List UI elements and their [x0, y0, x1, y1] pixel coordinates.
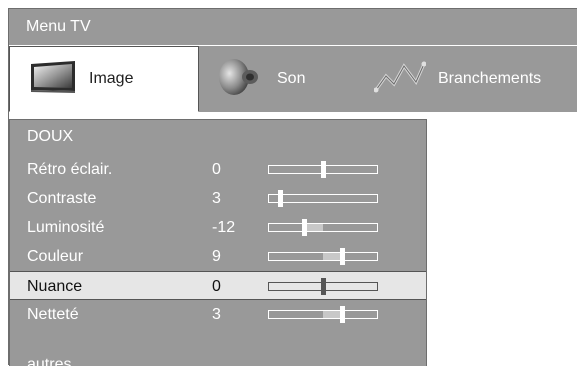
level-slider[interactable]: [268, 219, 378, 236]
tab-son[interactable]: Son: [200, 46, 350, 112]
level-slider[interactable]: [268, 190, 378, 207]
slider-thumb[interactable]: [340, 248, 346, 265]
level-slider[interactable]: [268, 306, 378, 323]
level-slider[interactable]: [268, 161, 378, 178]
menu-item-label: Rétro éclair.: [27, 161, 113, 178]
slider-thumb[interactable]: [321, 278, 326, 295]
slider-thumb[interactable]: [301, 219, 307, 236]
tab-branchements[interactable]: Branchements: [350, 46, 577, 112]
menu-item-value: 3: [212, 190, 221, 207]
tab-image[interactable]: Image: [9, 46, 199, 112]
menu-item-luminosite[interactable]: Luminosité -12: [10, 213, 426, 242]
slider-thumb[interactable]: [277, 190, 283, 207]
slider-thumb[interactable]: [321, 161, 326, 178]
menu-item-value: -12: [212, 219, 236, 236]
tab-bar: Image Son Branchements: [9, 46, 577, 112]
picture-mode-label: DOUX: [27, 128, 74, 145]
menu-item-value: 9: [212, 248, 221, 265]
slider-thumb[interactable]: [340, 306, 346, 323]
menu-item-nuance[interactable]: Nuance 0: [10, 271, 426, 300]
menu-item-value: 0: [212, 161, 221, 178]
menu-item-label: Couleur: [27, 248, 84, 265]
menu-item-value: 3: [212, 306, 221, 323]
cable-icon: [373, 60, 427, 99]
menu-item-nettete[interactable]: Netteté 3: [10, 300, 426, 329]
menu-item-contraste[interactable]: Contraste 3: [10, 184, 426, 213]
menu-item-retro-eclair[interactable]: Rétro éclair. 0: [10, 155, 426, 184]
menu-title: Menu TV: [9, 9, 577, 45]
tab-image-label: Image: [89, 70, 134, 87]
menu-item-label: Netteté: [27, 306, 79, 323]
tv-screen-icon: [27, 60, 77, 99]
image-settings-menu: DOUX Rétro éclair. 0 Contraste 3 Luminos…: [9, 119, 427, 373]
level-slider[interactable]: [268, 248, 378, 265]
tv-menu-window: Menu TV Image Son Branchements DOUX Rétr…: [8, 8, 577, 373]
menu-item-value: 0: [212, 278, 221, 295]
level-slider[interactable]: [268, 278, 378, 295]
tab-son-label: Son: [277, 70, 306, 87]
menu-item-label: Contraste: [27, 190, 97, 207]
menu-item-label: Nuance: [27, 278, 83, 295]
more-settings-item[interactable]: autres...: [27, 356, 85, 374]
menu-item-couleur[interactable]: Couleur 9: [10, 242, 426, 271]
speaker-icon: [217, 57, 263, 102]
tab-branchements-label: Branchements: [438, 70, 542, 87]
menu-item-label: Luminosité: [27, 219, 105, 236]
